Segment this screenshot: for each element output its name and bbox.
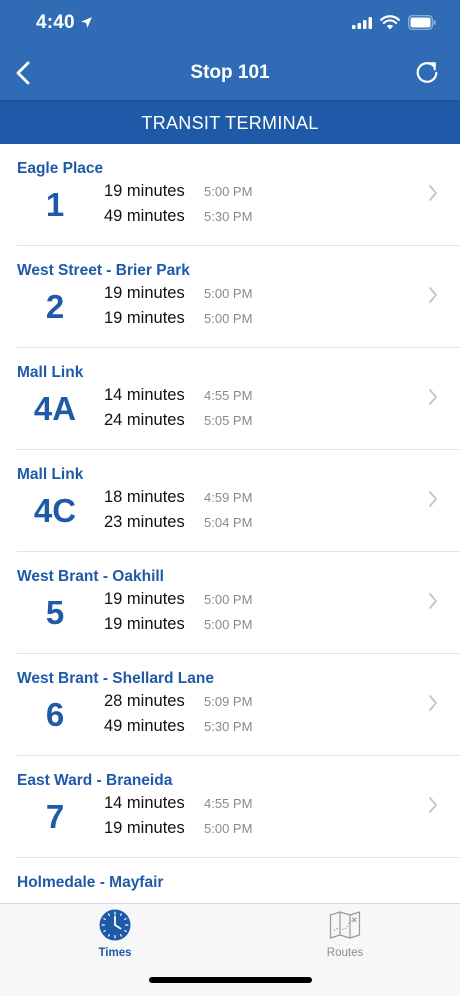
arrival-minutes: 19 minutes	[104, 614, 185, 633]
home-indicator	[149, 977, 312, 983]
chevron-right-icon	[429, 185, 437, 201]
route-name: Holmedale - Mayfair	[17, 874, 164, 891]
arrival-minutes: 23 minutes	[104, 512, 185, 531]
arrival-minutes: 24 minutes	[104, 410, 185, 429]
arrival-line: 49 minutes 5:30 PM	[104, 207, 252, 232]
arrival-times: 18 minutes 4:59 PM 23 minutes 5:04 PM	[104, 488, 252, 537]
arrival-line: 19 minutes 5:00 PM	[104, 284, 252, 309]
arrival-minutes: 19 minutes	[104, 308, 185, 327]
status-bar: 4:40	[0, 0, 460, 46]
arrival-line: 19 minutes 5:00 PM	[104, 590, 252, 615]
arrival-times: 14 minutes 4:55 PM 19 minutes 5:00 PM	[104, 794, 252, 843]
tab-times-label: Times	[98, 947, 132, 959]
arrival-times: 19 minutes 5:00 PM 19 minutes 5:00 PM	[104, 284, 252, 333]
battery-icon	[408, 15, 436, 30]
chevron-right-icon	[429, 287, 437, 303]
route-name: Eagle Place	[17, 160, 104, 177]
arrival-times: 14 minutes 4:55 PM 24 minutes 5:05 PM	[104, 386, 252, 435]
arrival-clock-time: 5:00 PM	[204, 616, 253, 632]
route-row[interactable]: Eagle Place 1 19 minutes 5:00 PM 49 minutes 5…	[17, 144, 460, 246]
route-name: Mall Link	[17, 364, 84, 381]
route-name: West Street - Brier Park	[17, 262, 190, 279]
arrival-line: 23 minutes 5:04 PM	[104, 513, 252, 538]
page-title: Stop 101	[190, 62, 270, 83]
route-number: 4C	[33, 492, 77, 529]
arrival-line: 19 minutes 5:00 PM	[104, 615, 252, 640]
arrival-minutes: 19 minutes	[104, 818, 185, 837]
route-row[interactable]: Holmedale - Mayfair	[17, 858, 460, 903]
arrival-line: 19 minutes 5:00 PM	[104, 309, 252, 334]
route-number: 2	[45, 288, 65, 325]
route-name: West Brant - Shellard Lane	[17, 670, 214, 687]
wifi-icon	[380, 15, 400, 30]
arrival-clock-time: 5:30 PM	[204, 208, 253, 224]
arrival-clock-time: 5:00 PM	[204, 184, 253, 199]
arrival-clock-time: 5:04 PM	[204, 514, 253, 530]
arrival-clock-time: 5:05 PM	[204, 412, 253, 428]
route-number: 7	[45, 798, 65, 835]
route-row[interactable]: West Brant - Oakhill 5 19 minutes 5:00 PM 19…	[17, 552, 460, 654]
arrival-minutes: 14 minutes	[104, 794, 185, 812]
arrival-line: 14 minutes 4:55 PM	[104, 794, 252, 819]
arrival-minutes: 28 minutes	[104, 692, 185, 710]
arrival-times: 28 minutes 5:09 PM 49 minutes 5:30 PM	[104, 692, 252, 741]
arrival-minutes: 49 minutes	[104, 206, 185, 225]
tab-routes[interactable]: Routes	[295, 909, 395, 965]
route-number: 6	[45, 696, 65, 733]
route-name: Mall Link	[17, 466, 84, 483]
route-number: 4A	[33, 390, 77, 427]
route-row[interactable]: Mall Link 4C 18 minutes 4:59 PM 23 minutes 5:…	[17, 450, 460, 552]
arrival-line: 14 minutes 4:55 PM	[104, 386, 252, 411]
arrival-minutes: 19 minutes	[104, 284, 185, 302]
refresh-icon	[416, 62, 438, 83]
arrival-clock-time: 5:09 PM	[204, 694, 253, 709]
arrival-clock-time: 5:00 PM	[204, 310, 253, 326]
arrival-minutes: 49 minutes	[104, 716, 185, 735]
chevron-right-icon	[429, 695, 437, 711]
chevron-right-icon	[429, 491, 437, 507]
arrival-line: 18 minutes 4:59 PM	[104, 488, 252, 513]
route-number: 1	[45, 186, 65, 223]
nav-bar: Stop 101	[0, 46, 460, 100]
arrival-line: 28 minutes 5:09 PM	[104, 692, 252, 717]
route-row[interactable]: Mall Link 4A 14 minutes 4:55 PM 24 minutes 5:…	[17, 348, 460, 450]
arrival-minutes: 14 minutes	[104, 386, 185, 404]
arrival-clock-time: 4:55 PM	[204, 388, 253, 403]
arrival-times: 19 minutes 5:00 PM 49 minutes 5:30 PM	[104, 182, 252, 231]
chevron-right-icon	[429, 593, 437, 609]
arrival-clock-time: 5:00 PM	[204, 592, 253, 607]
arrival-line: 24 minutes 5:05 PM	[104, 411, 252, 436]
arrival-clock-time: 5:00 PM	[204, 286, 253, 301]
refresh-button[interactable]	[412, 58, 442, 88]
arrival-line: 19 minutes 5:00 PM	[104, 819, 252, 844]
arrival-minutes: 19 minutes	[104, 590, 185, 608]
route-name: West Brant - Oakhill	[17, 568, 164, 585]
stop-name-banner: TRANSIT TERMINAL	[0, 100, 460, 144]
arrival-clock-time: 5:00 PM	[204, 820, 253, 836]
arrival-minutes: 19 minutes	[104, 182, 185, 200]
map-icon	[329, 911, 361, 939]
arrival-clock-time: 4:55 PM	[204, 796, 253, 811]
status-time: 4:40	[36, 12, 75, 33]
arrival-times: 19 minutes 5:00 PM 19 minutes 5:00 PM	[104, 590, 252, 639]
route-name: East Ward - Braneida	[17, 772, 173, 789]
arrival-clock-time: 4:59 PM	[204, 490, 253, 505]
tab-times[interactable]: Times	[65, 909, 165, 965]
route-list: Eagle Place 1 19 minutes 5:00 PM 49 minutes 5…	[0, 144, 460, 903]
route-row[interactable]: East Ward - Braneida 7 14 minutes 4:55 PM 19…	[17, 756, 460, 858]
arrival-clock-time: 5:30 PM	[204, 718, 253, 734]
route-row[interactable]: West Brant - Shellard Lane 6 28 minutes 5:0…	[17, 654, 460, 756]
arrival-line: 49 minutes 5:30 PM	[104, 717, 252, 742]
cellular-signal-icon	[352, 17, 372, 29]
arrival-minutes: 18 minutes	[104, 488, 185, 506]
location-arrow-icon	[81, 17, 92, 28]
route-row[interactable]: West Street - Brier Park 2 19 minutes 5:00 …	[17, 246, 460, 348]
route-number: 5	[45, 594, 65, 631]
chevron-right-icon	[429, 797, 437, 813]
arrival-line: 19 minutes 5:00 PM	[104, 182, 252, 207]
chevron-right-icon	[429, 389, 437, 405]
tab-routes-label: Routes	[326, 947, 364, 959]
clock-icon	[99, 909, 131, 941]
